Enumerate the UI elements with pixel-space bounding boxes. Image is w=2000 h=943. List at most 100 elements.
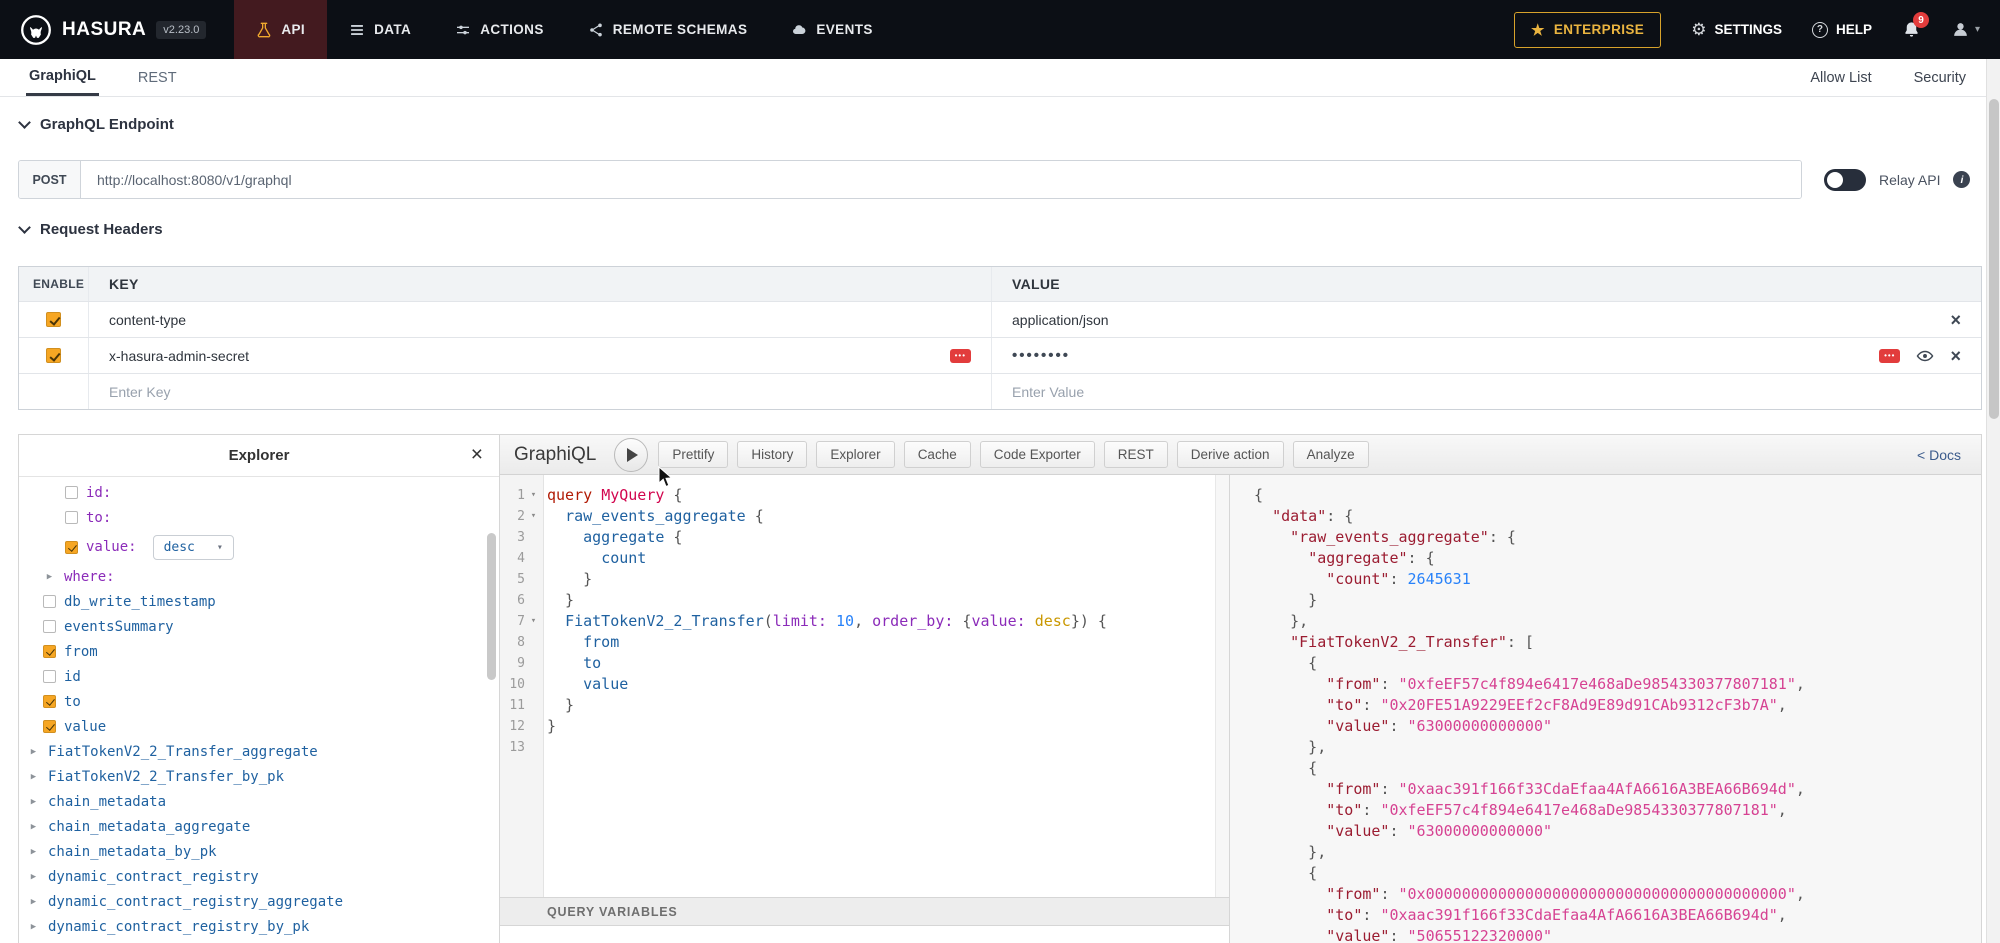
tab-rest[interactable]: REST	[135, 59, 180, 96]
explorer-title: Explorer	[229, 447, 290, 464]
header-key[interactable]: content-type	[109, 312, 186, 328]
field-checkbox[interactable]	[43, 595, 56, 608]
env-var-badge[interactable]: •••	[950, 349, 971, 363]
nav-item-remote-schemas[interactable]: REMOTE SCHEMAS	[566, 0, 770, 59]
explorer-item-to[interactable]: to:	[19, 505, 499, 530]
settings-button[interactable]: ⚙ SETTINGS	[1691, 20, 1782, 40]
remove-header-icon[interactable]: ×	[1950, 311, 1961, 329]
expand-arrow-icon[interactable]: ▶	[27, 922, 40, 932]
expand-arrow-icon[interactable]: ▶	[27, 797, 40, 807]
explorer-item-id[interactable]: id	[19, 664, 499, 689]
security-link[interactable]: Security	[1914, 70, 1966, 86]
request-headers-section-header[interactable]: Request Headers	[20, 221, 163, 238]
explorer-item-db-write-timestamp[interactable]: db_write_timestamp	[19, 589, 499, 614]
docs-link[interactable]: < Docs	[1917, 447, 1967, 463]
header-value[interactable]: application/json	[1012, 312, 1109, 328]
events-icon	[791, 22, 807, 38]
notifications-button[interactable]: 9	[1902, 20, 1921, 39]
field-checkbox[interactable]	[65, 511, 78, 524]
code-text: FiatTokenV2_2_Transfer(limit: 10, order_…	[542, 611, 1107, 632]
new-header-key-input[interactable]	[109, 384, 971, 400]
page-scrollbar-thumb[interactable]	[1989, 99, 1999, 419]
expand-arrow-icon[interactable]: ▶	[27, 772, 40, 782]
hasura-logo[interactable]: HASURA v2.23.0	[20, 0, 206, 59]
expand-arrow-icon[interactable]: ▶	[27, 847, 40, 857]
masked-header-value[interactable]: ••••••••	[1012, 347, 1070, 364]
toolbar-explorer-button[interactable]: Explorer	[816, 441, 894, 468]
info-icon[interactable]: i	[1953, 171, 1970, 188]
nav-item-actions[interactable]: ACTIONS	[433, 0, 566, 59]
explorer-item-value[interactable]: value:desc▾	[19, 530, 499, 564]
explorer-item-to[interactable]: to	[19, 689, 499, 714]
explorer-item-label: FiatTokenV2_2_Transfer_aggregate	[48, 744, 318, 760]
tab-graphiql[interactable]: GraphiQL	[26, 59, 99, 96]
response-line: "from": "0x00000000000000000000000000000…	[1254, 884, 1981, 905]
explorer-item-dynamic-contract-registry[interactable]: ▶dynamic_contract_registry	[19, 864, 499, 889]
field-checkbox[interactable]	[43, 620, 56, 633]
enable-checkbox[interactable]	[46, 348, 61, 363]
field-checkbox[interactable]	[43, 670, 56, 683]
header-key[interactable]: x-hasura-admin-secret	[109, 348, 249, 364]
field-checkbox[interactable]	[43, 695, 56, 708]
page-scrollbar[interactable]	[1986, 59, 2000, 943]
nav-item-data[interactable]: DATA	[327, 0, 433, 59]
explorer-item-label: dynamic_contract_registry_by_pk	[48, 919, 309, 935]
relay-api-control: Relay API i	[1824, 169, 1970, 191]
query-variables-bar[interactable]: QUERY VARIABLES	[500, 897, 1229, 926]
graphql-endpoint-section-header[interactable]: GraphQL Endpoint	[20, 116, 174, 133]
explorer-item-FiatTokenV2-2-Transfer-by-pk[interactable]: ▶FiatTokenV2_2_Transfer_by_pk	[19, 764, 499, 789]
code-line: 12}	[500, 716, 1215, 737]
relay-api-toggle[interactable]	[1824, 169, 1866, 191]
query-variables-editor[interactable]	[500, 926, 1229, 943]
enable-checkbox[interactable]	[46, 312, 61, 327]
user-menu[interactable]: ▾	[1951, 20, 1980, 39]
explorer-scrollbar[interactable]	[487, 533, 496, 680]
field-checkbox[interactable]	[43, 720, 56, 733]
toolbar-rest-button[interactable]: REST	[1104, 441, 1168, 468]
explorer-item-chain-metadata[interactable]: ▶chain_metadata	[19, 789, 499, 814]
allow-list-link[interactable]: Allow List	[1810, 70, 1871, 86]
toolbar-code-exporter-button[interactable]: Code Exporter	[980, 441, 1095, 468]
env-var-badge[interactable]: •••	[1879, 349, 1900, 363]
explorer-item-value[interactable]: value	[19, 714, 499, 739]
flask-icon	[256, 22, 272, 38]
toolbar-derive-action-button[interactable]: Derive action	[1177, 441, 1284, 468]
explorer-item-dynamic-contract-registry-by-pk[interactable]: ▶ dynamic_contract_registry_by_pk	[19, 914, 499, 939]
explorer-item-from[interactable]: from	[19, 639, 499, 664]
explorer-item-chain-metadata-aggregate[interactable]: ▶chain_metadata_aggregate	[19, 814, 499, 839]
nav-item-api[interactable]: API	[234, 0, 327, 59]
field-checkbox[interactable]	[65, 541, 78, 554]
explorer-item-eventsSummary[interactable]: eventsSummary	[19, 614, 499, 639]
explorer-item-dynamic-contract-registry-aggregate[interactable]: ▶dynamic_contract_registry_aggregate	[19, 889, 499, 914]
explorer-item-chain-metadata-by-pk[interactable]: ▶chain_metadata_by_pk	[19, 839, 499, 864]
sort-direction-select[interactable]: desc▾	[153, 535, 234, 560]
expand-arrow-icon[interactable]: ▶	[27, 897, 40, 907]
help-button[interactable]: ? HELP	[1812, 22, 1872, 38]
expand-arrow-icon[interactable]: ▶	[27, 822, 40, 832]
field-checkbox[interactable]	[65, 486, 78, 499]
remove-header-icon[interactable]: ×	[1950, 347, 1961, 365]
field-checkbox[interactable]	[43, 645, 56, 658]
toolbar-cache-button[interactable]: Cache	[904, 441, 971, 468]
column-header-key: KEY	[89, 267, 992, 301]
query-editor[interactable]: 1▾query MyQuery {2▾ raw_events_aggregate…	[500, 475, 1229, 897]
toolbar-prettify-button[interactable]: Prettify	[658, 441, 728, 468]
toolbar-analyze-button[interactable]: Analyze	[1293, 441, 1369, 468]
new-header-value-input[interactable]	[1012, 384, 1961, 400]
expand-arrow-icon[interactable]: ▶	[43, 572, 56, 582]
explorer-item-where[interactable]: ▶where:	[19, 564, 499, 589]
expand-arrow-icon[interactable]: ▶	[27, 747, 40, 757]
close-icon[interactable]: ×	[471, 443, 483, 467]
execute-query-button[interactable]	[614, 438, 648, 472]
nav-item-events[interactable]: EVENTS	[769, 0, 894, 59]
explorer-item-FiatTokenV2-2-Transfer-aggregate[interactable]: ▶ FiatTokenV2_2_Transfer_aggregate	[19, 739, 499, 764]
editor-scrollbar[interactable]	[1215, 475, 1229, 897]
eye-icon[interactable]	[1916, 347, 1934, 365]
expand-arrow-icon[interactable]: ▶	[27, 872, 40, 882]
explorer-item-id[interactable]: id:	[19, 480, 499, 505]
enterprise-button[interactable]: ★ ENTERPRISE	[1514, 12, 1661, 48]
code-line: 10 value	[500, 674, 1215, 695]
fold-arrow-icon: ▾	[525, 611, 542, 632]
toolbar-history-button[interactable]: History	[737, 441, 807, 468]
graphql-endpoint-input[interactable]	[81, 161, 1801, 198]
